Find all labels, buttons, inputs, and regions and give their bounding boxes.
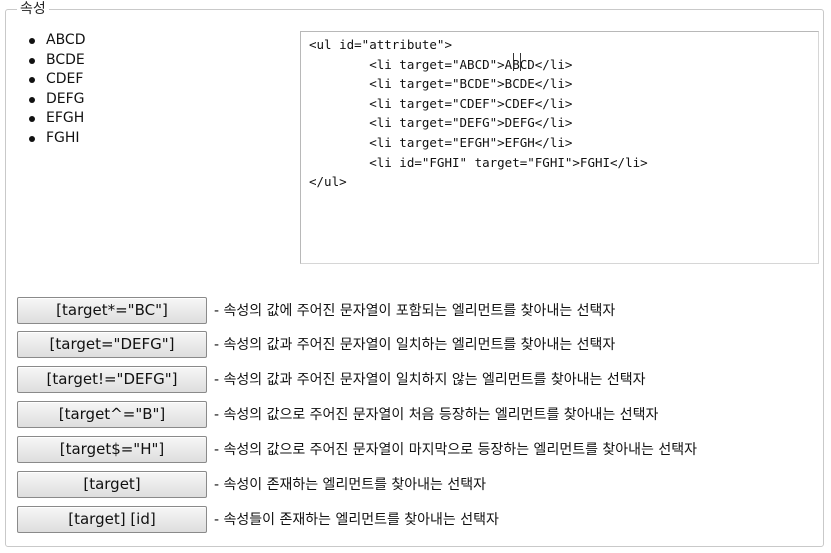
selector-description: - 속성의 값과 주어진 문자열이 일치하는 엘리먼트를 찾아내는 선택자 bbox=[214, 337, 616, 353]
list-item: DEFG bbox=[26, 90, 86, 110]
selector-row: [target] - 속성이 존재하는 엘리먼트를 찾아내는 선택자 bbox=[17, 471, 817, 501]
selector-row: [target*="BC"] - 속성의 값에 주어진 문자열이 포함되는 엘리… bbox=[17, 297, 817, 327]
selector-button-has-attribute[interactable]: [target] bbox=[17, 471, 207, 498]
fieldset-legend: 속성 bbox=[17, 1, 49, 17]
list-item: FGHI bbox=[26, 129, 86, 149]
list-item: CDEF bbox=[26, 70, 86, 90]
list-item: EFGH bbox=[26, 109, 86, 129]
selector-description: - 속성이 존재하는 엘리먼트를 찾아내는 선택자 bbox=[214, 477, 487, 493]
source-code-textarea[interactable]: <ul id="attribute"> <li target="ABCD">AB… bbox=[300, 31, 819, 264]
list-item: ABCD bbox=[26, 31, 86, 51]
selector-button-starts-with[interactable]: [target^="B"] bbox=[17, 401, 207, 428]
selector-description: - 속성의 값에 주어진 문자열이 포함되는 엘리먼트를 찾아내는 선택자 bbox=[214, 303, 616, 319]
selector-row: [target^="B"] - 속성의 값으로 주어진 문자열이 처음 등장하는… bbox=[17, 401, 817, 431]
selector-button-not-equals[interactable]: [target!="DEFG"] bbox=[17, 366, 207, 393]
selector-description: - 속성의 값으로 주어진 문자열이 마지막으로 등장하는 엘리먼트를 찾아내는… bbox=[214, 442, 698, 458]
list-item: BCDE bbox=[26, 51, 86, 71]
selector-row: [target$="H"] - 속성의 값으로 주어진 문자열이 마지막으로 등… bbox=[17, 436, 817, 466]
selector-row: [target] [id] - 속성들이 존재하는 엘리먼트를 찾아내는 선택자 bbox=[17, 506, 817, 536]
selector-row: [target!="DEFG"] - 속성의 값과 주어진 문자열이 일치하지 … bbox=[17, 366, 817, 396]
selector-description: - 속성의 값으로 주어진 문자열이 처음 등장하는 엘리먼트를 찾아내는 선택… bbox=[214, 407, 659, 423]
attribute-list: ABCD BCDE CDEF DEFG EFGH FGHI bbox=[26, 31, 86, 149]
selector-description: - 속성의 값과 주어진 문자열이 일치하지 않는 엘리먼트를 찾아내는 선택자 bbox=[214, 372, 646, 388]
selector-description: - 속성들이 존재하는 엘리먼트를 찾아내는 선택자 bbox=[214, 512, 499, 528]
selector-button-contains[interactable]: [target*="BC"] bbox=[17, 297, 207, 324]
selector-button-equals[interactable]: [target="DEFG"] bbox=[17, 331, 207, 358]
text-cursor-icon bbox=[513, 53, 521, 71]
selector-button-multiple-attributes[interactable]: [target] [id] bbox=[17, 506, 207, 533]
selector-button-ends-with[interactable]: [target$="H"] bbox=[17, 436, 207, 463]
selector-row: [target="DEFG"] - 속성의 값과 주어진 문자열이 일치하는 엘… bbox=[17, 331, 817, 361]
